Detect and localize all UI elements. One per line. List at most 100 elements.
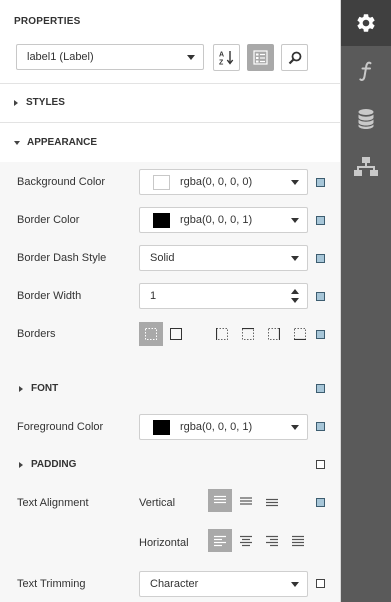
border-dash-style-select[interactable]: Solid xyxy=(139,245,308,271)
property-marker[interactable] xyxy=(316,460,325,469)
gear-icon xyxy=(357,14,375,32)
property-marker[interactable] xyxy=(316,422,325,431)
align-right-icon xyxy=(266,535,278,546)
align-top-icon xyxy=(214,495,226,503)
foreground-color-picker[interactable]: rgba(0, 0, 0, 1) xyxy=(139,414,308,440)
sidebar-item-expressions[interactable] xyxy=(341,48,391,94)
align-justify-icon xyxy=(292,535,304,546)
border-left-icon xyxy=(216,328,228,340)
align-bottom-icon xyxy=(266,498,278,506)
section-padding-label: PADDING xyxy=(31,459,77,470)
property-marker[interactable] xyxy=(316,498,325,507)
divider xyxy=(0,83,340,84)
border-color-value: rgba(0, 0, 0, 1) xyxy=(180,214,253,226)
right-sidebar xyxy=(341,0,391,602)
chevron-down-icon xyxy=(291,180,299,185)
categorized-icon xyxy=(253,50,268,65)
color-swatch xyxy=(153,174,170,190)
border-width-label: Border Width xyxy=(17,290,82,302)
chevron-down-icon xyxy=(291,218,299,223)
property-marker[interactable] xyxy=(316,178,325,187)
chevron-down-icon xyxy=(187,55,195,60)
search-button[interactable] xyxy=(281,44,308,71)
border-bottom-button[interactable] xyxy=(288,322,312,346)
border-right-icon xyxy=(268,328,280,340)
text-trimming-select[interactable]: Character xyxy=(139,571,308,597)
align-left-button[interactable] xyxy=(208,529,232,552)
vertical-label: Vertical xyxy=(139,497,176,509)
chevron-right-icon xyxy=(19,385,23,392)
section-appearance[interactable]: APPEARANCE xyxy=(14,137,97,148)
section-styles[interactable]: STYLES xyxy=(14,97,65,108)
database-icon xyxy=(358,109,374,129)
border-right-button[interactable] xyxy=(262,322,286,346)
svg-text:A: A xyxy=(219,52,224,59)
section-appearance-label: APPEARANCE xyxy=(27,137,98,148)
align-left-icon xyxy=(214,535,226,546)
border-all-icon xyxy=(170,328,182,340)
border-width-spinner[interactable]: 1 xyxy=(139,283,308,309)
object-selector[interactable]: label1 (Label) xyxy=(16,44,204,70)
align-bottom-button[interactable] xyxy=(260,489,284,512)
section-font-label: FONT xyxy=(31,383,59,394)
property-marker[interactable] xyxy=(316,384,325,393)
border-color-picker[interactable]: rgba(0, 0, 0, 1) xyxy=(139,207,308,233)
background-color-label: Background Color xyxy=(17,176,106,188)
sidebar-item-data-source[interactable] xyxy=(341,96,391,142)
border-color-label: Border Color xyxy=(17,214,80,226)
properties-panel: PROPERTIES label1 (Label) A Z STYLES APP… xyxy=(0,0,341,602)
align-top-button[interactable] xyxy=(208,489,232,512)
align-center-button[interactable] xyxy=(234,529,258,552)
borders-none-button[interactable] xyxy=(139,322,163,346)
background-color-picker[interactable]: rgba(0, 0, 0, 0) xyxy=(139,169,308,195)
property-marker[interactable] xyxy=(316,579,325,588)
align-middle-icon xyxy=(240,496,252,505)
spin-down-icon[interactable] xyxy=(291,298,299,303)
chevron-down-icon xyxy=(14,140,20,145)
object-selector-value: label1 (Label) xyxy=(27,51,94,63)
search-icon xyxy=(288,51,301,64)
border-left-button[interactable] xyxy=(210,322,234,346)
property-marker[interactable] xyxy=(316,216,325,225)
property-marker[interactable] xyxy=(316,254,325,263)
sidebar-item-properties[interactable] xyxy=(341,0,391,46)
categorized-view-button[interactable] xyxy=(247,44,274,71)
function-icon xyxy=(359,61,372,81)
text-trimming-value: Character xyxy=(150,578,199,590)
section-styles-label: STYLES xyxy=(26,97,65,108)
panel-title: PROPERTIES xyxy=(14,16,81,27)
border-none-icon xyxy=(145,328,157,340)
color-swatch xyxy=(153,419,170,435)
property-marker[interactable] xyxy=(316,330,325,339)
align-right-button[interactable] xyxy=(260,529,284,552)
align-justify-button[interactable] xyxy=(286,529,310,552)
divider xyxy=(0,122,340,123)
borders-all-button[interactable] xyxy=(164,322,188,346)
sort-alphabetical-button[interactable]: A Z xyxy=(213,44,240,71)
section-font[interactable]: FONT xyxy=(19,383,58,394)
chevron-down-icon xyxy=(291,582,299,587)
chevron-right-icon xyxy=(19,461,23,468)
border-bottom-icon xyxy=(294,328,306,340)
border-dash-style-label: Border Dash Style xyxy=(17,252,107,264)
borders-label: Borders xyxy=(17,328,56,340)
spin-up-icon[interactable] xyxy=(291,289,299,294)
border-top-button[interactable] xyxy=(236,322,260,346)
align-center-icon xyxy=(240,535,252,546)
border-top-icon xyxy=(242,328,254,340)
property-marker[interactable] xyxy=(316,292,325,301)
sidebar-item-report-explorer[interactable] xyxy=(341,144,391,190)
chevron-down-icon xyxy=(291,256,299,261)
svg-text:Z: Z xyxy=(219,60,224,67)
chevron-right-icon xyxy=(14,99,18,106)
background-color-value: rgba(0, 0, 0, 0) xyxy=(180,176,253,188)
text-alignment-label: Text Alignment xyxy=(17,497,89,509)
foreground-color-label: Foreground Color xyxy=(17,421,104,433)
align-middle-button[interactable] xyxy=(234,489,258,512)
horizontal-label: Horizontal xyxy=(139,537,189,549)
text-trimming-label: Text Trimming xyxy=(17,578,86,590)
hierarchy-icon xyxy=(354,157,378,176)
sort-alphabetical-icon: A Z xyxy=(219,51,234,67)
section-padding[interactable]: PADDING xyxy=(19,459,76,470)
border-width-value: 1 xyxy=(150,290,157,302)
